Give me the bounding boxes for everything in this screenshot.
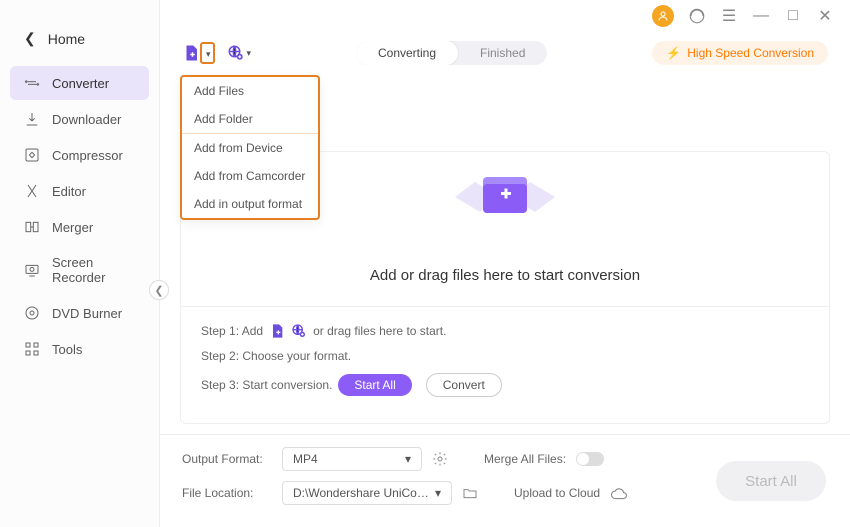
sidebar-item-label: Merger <box>52 220 93 235</box>
convert-button-inline[interactable]: Convert <box>426 373 502 397</box>
sidebar-item-converter[interactable]: Converter <box>10 66 149 100</box>
high-speed-label: High Speed Conversion <box>687 46 814 60</box>
add-url-button[interactable]: ▾ <box>227 44 252 62</box>
sidebar-item-label: Converter <box>52 76 109 91</box>
converter-icon <box>24 75 40 91</box>
home-label[interactable]: Home <box>48 31 85 47</box>
dropdown-add-files[interactable]: Add Files <box>182 77 318 105</box>
sidebar: ❮ Home Converter Downloader Compressor E… <box>0 0 160 527</box>
compressor-icon <box>24 147 40 163</box>
sidebar-header: ❮ Home <box>0 30 159 65</box>
chevron-down-icon: ▾ <box>405 452 411 466</box>
screen-recorder-icon <box>24 262 40 278</box>
tab-converting[interactable]: Converting <box>356 41 458 65</box>
bottombar: Output Format: MP4 ▾ Merge All Files: Fi… <box>160 434 850 527</box>
sidebar-item-editor[interactable]: Editor <box>10 174 149 208</box>
chevron-down-icon: ▾ <box>247 48 252 59</box>
add-dropdown: Add Files Add Folder Add from Device Add… <box>180 75 320 220</box>
sidebar-item-label: Screen Recorder <box>52 255 135 285</box>
tools-icon <box>24 341 40 357</box>
lightning-icon: ⚡ <box>666 46 681 60</box>
step-2: Step 2: Choose your format. <box>201 349 809 363</box>
back-icon[interactable]: ❮ <box>24 30 36 47</box>
output-format-select[interactable]: MP4 ▾ <box>282 447 422 471</box>
add-file-icon[interactable] <box>269 323 285 339</box>
add-url-icon[interactable] <box>291 323 307 339</box>
chevron-down-icon: ▾ <box>435 486 441 500</box>
file-location-select[interactable]: D:\Wondershare UniConverter 1 ▾ <box>282 481 452 505</box>
avatar-icon[interactable] <box>652 5 674 27</box>
output-format-label: Output Format: <box>182 452 272 466</box>
topbar: ▾ ▾ Converting Finished ⚡ High Speed Con… <box>160 31 850 71</box>
merger-icon <box>24 219 40 235</box>
step-3: Step 3: Start conversion. Start All Conv… <box>201 373 809 397</box>
merge-label: Merge All Files: <box>484 452 566 466</box>
sidebar-item-downloader[interactable]: Downloader <box>10 102 149 136</box>
steps: Step 1: Add or drag files here to start.… <box>181 306 829 413</box>
dvd-icon <box>24 305 40 321</box>
sidebar-item-label: Tools <box>52 342 82 357</box>
close-icon[interactable]: ✕ <box>816 7 834 25</box>
dropdown-add-folder[interactable]: Add Folder <box>182 105 318 133</box>
titlebar: ☰ ― □ ✕ <box>160 0 850 31</box>
editor-icon <box>24 183 40 199</box>
support-icon[interactable] <box>688 7 706 25</box>
sidebar-item-merger[interactable]: Merger <box>10 210 149 244</box>
start-all-button[interactable]: Start All <box>716 461 826 501</box>
sidebar-item-label: Compressor <box>52 148 123 163</box>
dropzone-title: Add or drag files here to start conversi… <box>370 267 640 284</box>
high-speed-button[interactable]: ⚡ High Speed Conversion <box>652 41 828 65</box>
minimize-icon[interactable]: ― <box>752 7 770 25</box>
sidebar-item-label: Downloader <box>52 112 121 127</box>
maximize-icon[interactable]: □ <box>784 7 802 25</box>
sidebar-item-dvd-burner[interactable]: DVD Burner <box>10 296 149 330</box>
start-all-button-inline[interactable]: Start All <box>338 374 411 396</box>
sidebar-item-label: DVD Burner <box>52 306 122 321</box>
main: ☰ ― □ ✕ ▾ ▾ Converting Finished ⚡ High S… <box>160 0 850 527</box>
tab-finished[interactable]: Finished <box>458 41 547 65</box>
add-url-icon <box>227 44 245 62</box>
folder-illustration <box>445 152 565 247</box>
dropdown-add-in-output-format[interactable]: Add in output format <box>182 190 318 218</box>
file-location-label: File Location: <box>182 486 272 500</box>
download-icon <box>24 111 40 127</box>
menu-icon[interactable]: ☰ <box>720 7 738 25</box>
sidebar-item-compressor[interactable]: Compressor <box>10 138 149 172</box>
add-file-icon <box>182 44 200 62</box>
collapse-handle[interactable]: ❮ <box>149 280 169 300</box>
sidebar-item-screen-recorder[interactable]: Screen Recorder <box>10 246 149 294</box>
step-1: Step 1: Add or drag files here to start. <box>201 323 809 339</box>
upload-label: Upload to Cloud <box>514 486 600 500</box>
sidebar-item-label: Editor <box>52 184 86 199</box>
dropdown-add-from-camcorder[interactable]: Add from Camcorder <box>182 162 318 190</box>
merge-toggle[interactable] <box>576 452 604 466</box>
open-folder-icon[interactable] <box>462 485 478 501</box>
dropdown-add-from-device[interactable]: Add from Device <box>182 133 318 162</box>
settings-gear-icon[interactable] <box>432 451 448 467</box>
sidebar-item-tools[interactable]: Tools <box>10 332 149 366</box>
toolbar-add-group: ▾ ▾ <box>182 42 251 64</box>
cloud-icon[interactable] <box>610 485 626 501</box>
tab-switch: Converting Finished <box>356 41 547 65</box>
add-file-button[interactable]: ▾ <box>182 42 215 64</box>
chevron-down-icon: ▾ <box>206 49 211 59</box>
